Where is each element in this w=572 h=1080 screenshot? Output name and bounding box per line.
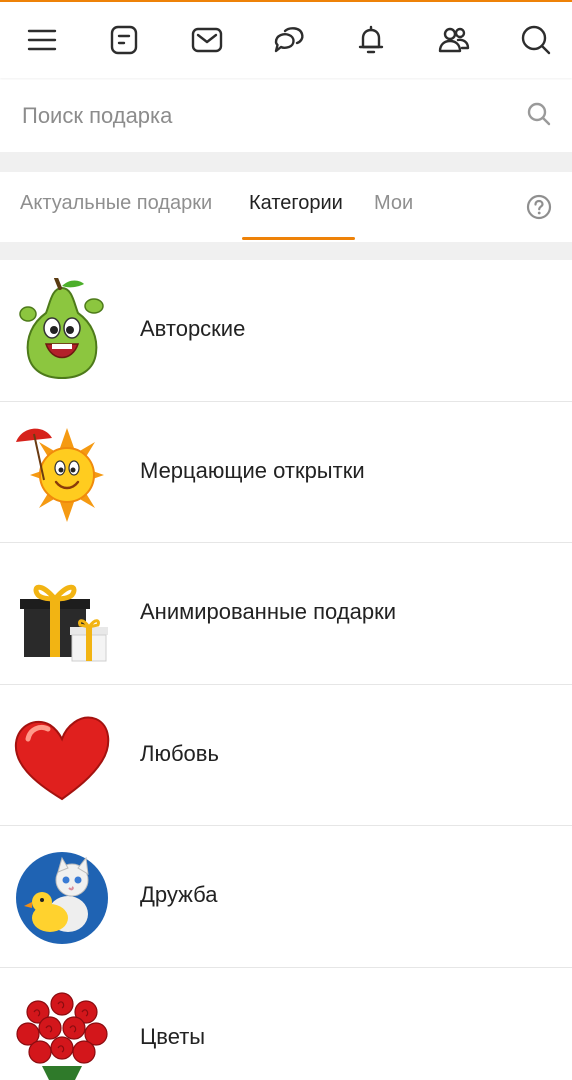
sun-icon [12, 420, 112, 525]
category-label: Любовь [140, 740, 219, 766]
category-item-shimmering-cards[interactable]: Мерцающие открытки [0, 401, 572, 543]
bell-icon[interactable] [351, 20, 391, 60]
category-item-animated-gifts[interactable]: Анимированные подарки [0, 543, 572, 685]
mail-icon[interactable] [187, 20, 227, 60]
gift-search-input[interactable] [22, 103, 502, 129]
heart-icon [12, 703, 112, 808]
search-field-icon[interactable] [526, 101, 552, 132]
category-label: Дружба [140, 882, 218, 907]
active-tab-indicator [242, 237, 355, 240]
gift-boxes-icon [12, 561, 112, 666]
pear-icon [12, 276, 112, 383]
category-item-friendship[interactable]: Дружба [0, 826, 572, 968]
category-label: Авторские [140, 316, 246, 341]
gift-search-bar [0, 80, 572, 152]
tab-actual-gifts[interactable]: Актуальные подарки [20, 192, 212, 215]
category-label: Цветы [140, 1023, 206, 1049]
category-label: Мерцающие открытки [140, 457, 365, 483]
tab-categories[interactable]: Категории [249, 192, 343, 215]
tab-my-gifts[interactable]: Мои [374, 192, 413, 215]
chat-icon[interactable] [269, 20, 309, 60]
section-divider [0, 242, 572, 260]
top-nav-bar [0, 2, 572, 78]
friends-icon[interactable] [434, 20, 474, 60]
search-icon[interactable] [516, 20, 556, 60]
menu-icon[interactable] [22, 20, 62, 60]
category-list: Авторские Мерцающие открытки Анимированн… [0, 260, 572, 1080]
gift-tabs: Актуальные подарки Категории Мои [0, 172, 572, 242]
category-item-authors[interactable]: Авторские [0, 260, 572, 402]
cat-duck-icon [12, 844, 112, 949]
category-item-love[interactable]: Любовь [0, 684, 572, 826]
section-divider [0, 152, 572, 172]
category-item-flowers[interactable]: Цветы [0, 967, 572, 1080]
feed-icon[interactable] [104, 20, 144, 60]
roses-icon [12, 986, 112, 1080]
category-label: Анимированные подарки [140, 599, 397, 624]
help-icon[interactable] [526, 194, 552, 220]
